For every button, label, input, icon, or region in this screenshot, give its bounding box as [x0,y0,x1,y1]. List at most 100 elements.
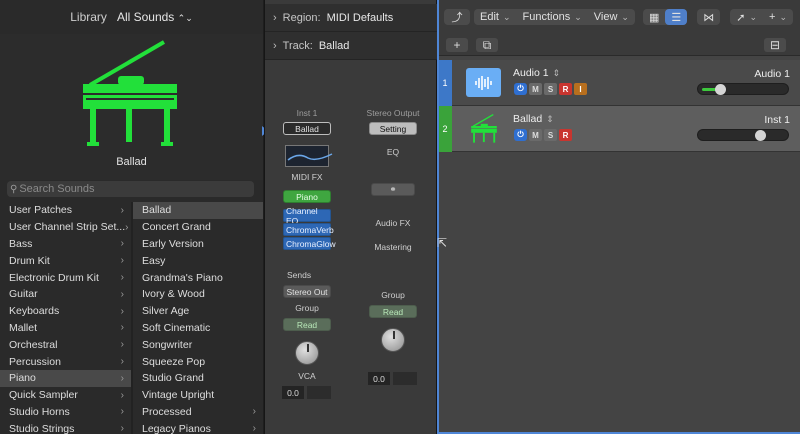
crosshair-icon: + [769,11,776,23]
category-item[interactable]: Mallet › [0,320,131,337]
track-name[interactable]: Ballad ⇕ [513,113,554,125]
eq-curve-icon [287,153,333,161]
link-icon: ⚭ [389,184,397,194]
track-name[interactable]: Audio 1 ⇕ [513,67,560,79]
catch-button[interactable]: ⤴ [444,9,470,25]
edit-menu[interactable]: Edit ⌄ [474,9,517,25]
pan-knob[interactable] [381,328,405,352]
category-item[interactable]: User Patches › [0,202,131,219]
mute-button[interactable]: M [529,83,542,95]
setting-button[interactable]: Setting [369,122,417,135]
output-slot[interactable]: Stereo Out [283,285,331,298]
chevron-right-icon: › [120,305,124,317]
patch-item[interactable]: Grandma's Piano [133,269,263,286]
vca-label[interactable]: VCA [277,371,337,381]
patch-item[interactable]: Ivory & Wood [133,286,263,303]
group-label[interactable]: Group [277,303,337,313]
fader-knob[interactable] [715,84,727,95]
updown-chevron-icon: ⇕ [552,67,561,78]
chevron-down-icon: ⌄ [621,11,629,22]
snap-icon: ⋈ [703,11,715,24]
patch-item[interactable]: Silver Age [133,303,263,320]
chevron-right-icon: › [120,322,124,334]
patch-item[interactable]: Songwriter [133,336,263,353]
secondary-tool[interactable]: + ⌄ [763,9,793,25]
global-tracks-button[interactable]: ⊟ [764,38,786,52]
list-view-button[interactable]: ☰ [665,9,688,25]
mute-button[interactable]: M [529,129,542,141]
volume-value[interactable]: 0.0 [368,372,390,385]
record-button[interactable]: R [559,83,572,95]
track-header-row: + ⧉ ⊟ [438,34,800,56]
category-item-label: Studio Strings [9,422,75,434]
patch-item[interactable]: Vintage Upright [133,387,263,404]
power-button[interactable]: ⏻ [514,83,527,95]
patch-item[interactable]: Early Version [133,236,263,253]
list-icon: ☰ [671,11,682,24]
volume-value[interactable]: 0.0 [282,386,304,399]
library-filter-select[interactable]: All Sounds ⌃⌄ [117,10,193,24]
patch-item[interactable]: Squeeze Pop [133,353,263,370]
patch-item[interactable]: Legacy Pianos › [133,420,263,434]
duplicate-track-button[interactable]: ⧉ [476,38,498,52]
power-button[interactable]: ⏻ [514,129,527,141]
solo-button[interactable]: S [544,83,557,95]
patch-item[interactable]: Studio Grand [133,370,263,387]
category-item[interactable]: Piano › [0,369,131,387]
track-key: Track: [282,39,313,52]
audio-fx-label[interactable]: Audio FX [363,218,423,228]
inspector-pane: › Region: MIDI Defaults › Track: Ballad … [264,0,438,434]
volume-fader[interactable] [697,83,789,95]
category-item[interactable]: Percussion › [0,353,131,370]
chevron-right-icon: › [120,238,124,250]
group-label[interactable]: Group [363,290,423,300]
plugin-slot[interactable]: Channel EQ [283,206,331,226]
input-monitor-button[interactable]: I [574,83,587,95]
snap-button[interactable]: ⋈ [697,9,721,25]
instrument-slot[interactable]: Piano [283,190,331,203]
patch-item[interactable]: Soft Cinematic [133,320,263,337]
patch-item[interactable]: Easy [133,252,263,269]
pointer-tool[interactable]: ➚ ⌄ [730,9,763,25]
grid-view-button[interactable]: ▦ [643,9,665,25]
fader-knob[interactable] [755,130,767,141]
solo-button[interactable]: S [544,129,557,141]
record-button[interactable]: R [559,129,572,141]
track-row-instrument[interactable]: 2 Ballad ⇕ ⏻ M S R Inst 1 [438,106,800,152]
setting-button[interactable]: Ballad [283,122,331,135]
mastering-label[interactable]: Mastering [363,242,423,252]
plugin-slot[interactable]: ChromaVerb [283,223,334,236]
link-button[interactable]: ⚭ [371,183,415,196]
region-inspector-header[interactable]: › Region: MIDI Defaults [265,4,438,32]
category-item[interactable]: User Channel Strip Set... › [0,219,131,236]
volume-fader[interactable] [697,129,789,141]
midi-fx-label[interactable]: MIDI FX [277,172,337,182]
patch-item[interactable]: Processed › [133,404,263,421]
category-item[interactable]: Quick Sampler › [0,387,131,404]
track-inspector-header[interactable]: › Track: Ballad [265,32,438,60]
view-menu[interactable]: View ⌄ [588,9,635,25]
automation-mode[interactable]: Read [369,305,417,318]
library-search[interactable]: ⚲ [7,181,254,197]
track-row-audio[interactable]: 1 Audio 1 ⇕ ⏻ M S R I Audio 1 [438,60,800,106]
automation-mode[interactable]: Read [283,318,331,331]
category-item[interactable]: Electronic Drum Kit › [0,269,131,286]
patch-item[interactable]: Ballad [133,202,263,219]
category-item[interactable]: Guitar › [0,286,131,303]
add-track-button[interactable]: + [446,38,468,52]
pan-knob[interactable] [295,341,319,365]
eq-display[interactable] [285,145,333,167]
sends-label[interactable]: Sends [277,270,337,280]
category-item[interactable]: Orchestral › [0,336,131,353]
chevron-down-icon: ⌄ [749,11,758,22]
category-item[interactable]: Studio Strings › [0,420,131,434]
category-item[interactable]: Studio Horns › [0,404,131,421]
category-item[interactable]: Drum Kit › [0,252,131,269]
category-item[interactable]: Bass › [0,236,131,253]
patch-item[interactable]: Concert Grand [133,219,263,236]
functions-menu[interactable]: Functions ⌄ [517,9,588,25]
eq-label[interactable]: EQ [363,147,423,157]
search-input[interactable] [19,183,240,195]
category-item[interactable]: Keyboards › [0,303,131,320]
plugin-slot[interactable]: ChromaGlow [283,237,336,250]
